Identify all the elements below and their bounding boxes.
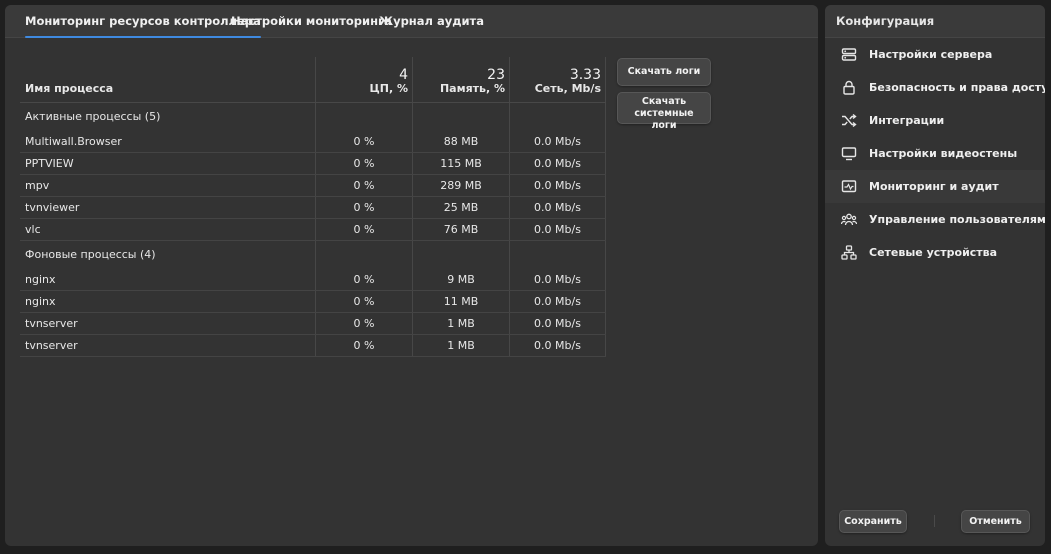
sidebar-item-network-devices[interactable]: Сетевые устройства <box>825 236 1045 269</box>
process-network: 0.0 Mb/s <box>509 313 606 334</box>
download-system-logs-button[interactable]: Скачать системные логи <box>617 92 711 131</box>
process-memory: 289 MB <box>412 175 509 196</box>
process-name: PPTVIEW <box>25 157 74 170</box>
sidebar-item-videowall-settings[interactable]: Настройки видеостены <box>825 137 1045 170</box>
process-name: mpv <box>25 179 50 192</box>
button-divider <box>934 515 935 527</box>
sidebar-item-label: Настройки сервера <box>869 48 993 61</box>
group-label: Фоновые процессы (4) <box>25 248 156 261</box>
process-cpu: 0 % <box>315 153 412 174</box>
sidebar-item-monitoring-audit[interactable]: Мониторинг и аудит <box>825 170 1045 203</box>
table-row[interactable]: tvnserver 0 % 1 MB 0.0 Mb/s <box>20 313 606 335</box>
cancel-button[interactable]: Отменить <box>961 510 1030 533</box>
process-network: 0.0 Mb/s <box>509 335 606 356</box>
process-cpu: 0 % <box>315 219 412 240</box>
process-memory: 115 MB <box>412 153 509 174</box>
save-button[interactable]: Сохранить <box>839 510 907 533</box>
process-name: tvnserver <box>25 317 78 330</box>
table-row[interactable]: tvnserver 0 % 1 MB 0.0 Mb/s <box>20 335 606 357</box>
process-table: Имя процесса 4 ЦП, % 23 Память, % 3.33 С… <box>20 57 606 357</box>
table-row[interactable]: mpv 0 % 289 MB 0.0 Mb/s <box>20 175 606 197</box>
sidebar-item-label: Безопасность и права доступа <box>869 81 1045 94</box>
lock-icon <box>841 80 857 95</box>
process-memory: 9 MB <box>412 269 509 290</box>
process-name: nginx <box>25 295 56 308</box>
memory-total: 23 <box>487 67 505 83</box>
process-name-header: Имя процесса <box>25 82 114 95</box>
sidebar-item-label: Интеграции <box>869 114 945 127</box>
shuffle-icon <box>841 113 857 128</box>
process-cpu: 0 % <box>315 291 412 312</box>
process-name: tvnviewer <box>25 201 80 214</box>
sidebar-item-label: Сетевые устройства <box>869 246 998 259</box>
process-network: 0.0 Mb/s <box>509 197 606 218</box>
process-name: tvnserver <box>25 339 78 352</box>
tab-bar: Мониторинг ресурсов контроллера Настройк… <box>5 5 818 38</box>
process-name: vlc <box>25 223 41 236</box>
download-logs-button[interactable]: Скачать логи <box>617 58 711 86</box>
monitoring-icon <box>841 179 857 194</box>
process-memory: 11 MB <box>412 291 509 312</box>
process-memory: 25 MB <box>412 197 509 218</box>
process-network: 0.0 Mb/s <box>509 131 606 152</box>
process-network: 0.0 Mb/s <box>509 291 606 312</box>
configuration-panel: Конфигурация Настройки сервера Безопасно… <box>825 5 1045 546</box>
sidebar-item-security[interactable]: Безопасность и права доступа <box>825 71 1045 104</box>
process-network: 0.0 Mb/s <box>509 219 606 240</box>
process-name: Multiwall.Browser <box>25 135 122 148</box>
process-cpu: 0 % <box>315 335 412 356</box>
table-row[interactable]: Multiwall.Browser 0 % 88 MB 0.0 Mb/s <box>20 131 606 153</box>
tab-audit-log[interactable]: Журнал аудита <box>379 5 484 38</box>
monitor-icon <box>841 146 857 161</box>
configuration-title: Конфигурация <box>825 5 1045 38</box>
table-row[interactable]: nginx 0 % 9 MB 0.0 Mb/s <box>20 269 606 291</box>
network-icon <box>841 245 857 260</box>
table-row[interactable]: nginx 0 % 11 MB 0.0 Mb/s <box>20 291 606 313</box>
process-cpu: 0 % <box>315 175 412 196</box>
process-name: nginx <box>25 273 56 286</box>
process-memory: 88 MB <box>412 131 509 152</box>
users-icon <box>841 212 857 227</box>
group-row-active: Активные процессы (5) <box>20 103 606 131</box>
process-memory: 1 MB <box>412 313 509 334</box>
sidebar-item-server-settings[interactable]: Настройки сервера <box>825 38 1045 71</box>
table-row[interactable]: tvnviewer 0 % 25 MB 0.0 Mb/s <box>20 197 606 219</box>
server-icon <box>841 47 857 62</box>
tab-controller-monitoring[interactable]: Мониторинг ресурсов контроллера <box>25 5 261 38</box>
process-network: 0.0 Mb/s <box>509 175 606 196</box>
process-cpu: 0 % <box>315 131 412 152</box>
tab-monitoring-settings[interactable]: Настройки мониторинга <box>231 5 392 38</box>
sidebar-item-user-management[interactable]: Управление пользователями <box>825 203 1045 236</box>
process-network: 0.0 Mb/s <box>509 269 606 290</box>
table-header: Имя процесса 4 ЦП, % 23 Память, % 3.33 С… <box>20 57 606 103</box>
process-memory: 76 MB <box>412 219 509 240</box>
monitoring-panel: Мониторинг ресурсов контроллера Настройк… <box>5 5 818 546</box>
process-cpu: 0 % <box>315 313 412 334</box>
group-row-background: Фоновые процессы (4) <box>20 241 606 269</box>
process-network: 0.0 Mb/s <box>509 153 606 174</box>
table-row[interactable]: vlc 0 % 76 MB 0.0 Mb/s <box>20 219 606 241</box>
download-system-logs-line2: логи <box>651 120 677 131</box>
sidebar-item-label: Настройки видеостены <box>869 147 1018 160</box>
table-row[interactable]: PPTVIEW 0 % 115 MB 0.0 Mb/s <box>20 153 606 175</box>
group-label: Активные процессы (5) <box>25 110 161 123</box>
process-memory: 1 MB <box>412 335 509 356</box>
process-cpu: 0 % <box>315 269 412 290</box>
memory-header: Память, % <box>439 82 505 95</box>
network-total: 3.33 <box>569 67 601 83</box>
network-header: Сеть, Mb/s <box>534 82 601 95</box>
process-cpu: 0 % <box>315 197 412 218</box>
sidebar-item-integrations[interactable]: Интеграции <box>825 104 1045 137</box>
sidebar-item-label: Мониторинг и аудит <box>869 180 999 193</box>
sidebar-item-label: Управление пользователями <box>869 213 1045 226</box>
cpu-total: 4 <box>399 67 408 83</box>
cpu-header: ЦП, % <box>369 82 408 95</box>
download-system-logs-line1: Скачать системные <box>634 96 694 119</box>
